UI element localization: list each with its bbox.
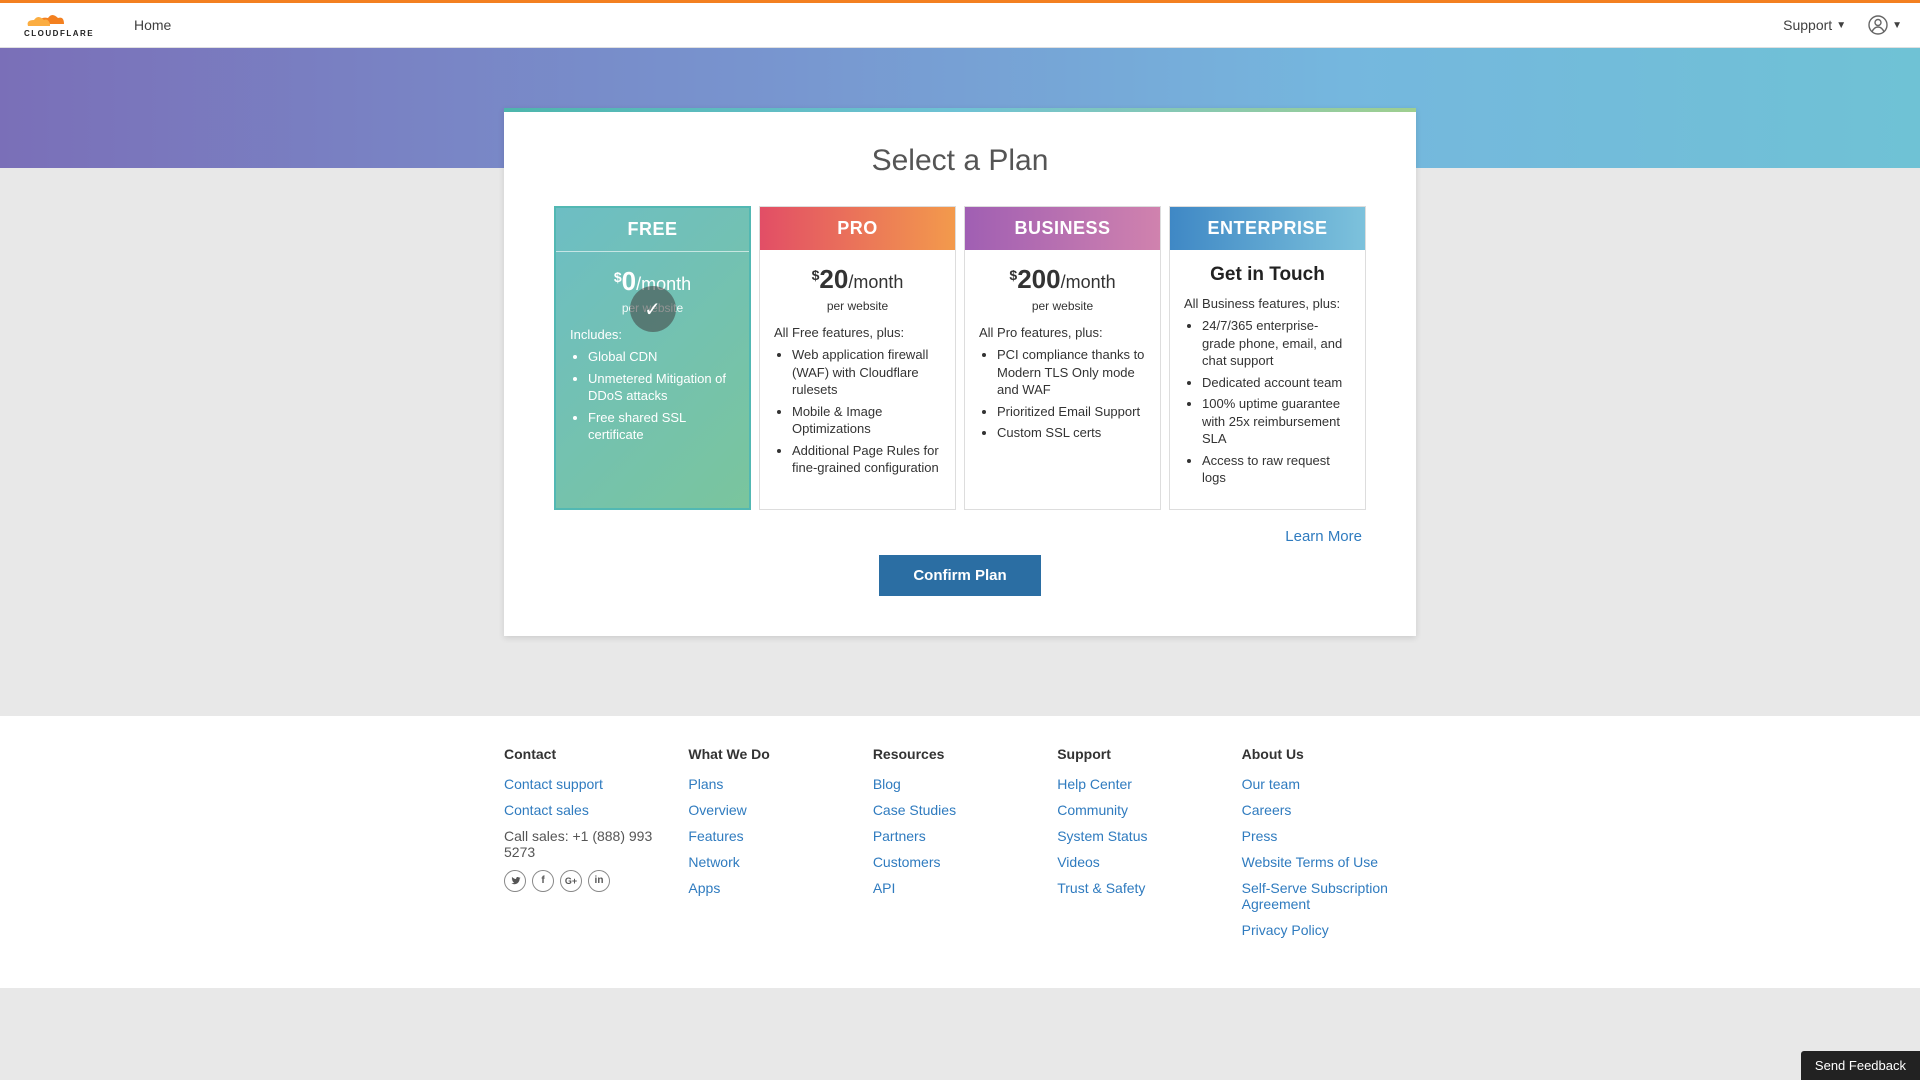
plan-feature: Unmetered Mitigation of DDoS attacks: [588, 370, 735, 405]
plan-price: $20/month: [774, 264, 941, 295]
footer-heading: About Us: [1242, 746, 1416, 762]
footer-heading: What We Do: [688, 746, 862, 762]
footer-col-resources: Resources Blog Case Studies Partners Cus…: [873, 746, 1047, 948]
plan-feature: Web application firewall (WAF) with Clou…: [792, 346, 941, 399]
plan-feature: Free shared SSL certificate: [588, 409, 735, 444]
footer-link[interactable]: Network: [688, 854, 862, 870]
plan-intro: All Free features, plus:: [774, 325, 941, 340]
check-icon: ✓: [630, 286, 676, 332]
footer-heading: Support: [1057, 746, 1231, 762]
support-label: Support: [1783, 17, 1832, 33]
footer-link[interactable]: Contact sales: [504, 802, 678, 818]
plan-name: BUSINESS: [965, 207, 1160, 250]
chevron-down-icon: ▼: [1836, 20, 1846, 31]
footer-col-contact: Contact Contact support Contact sales Ca…: [504, 746, 678, 948]
footer-link[interactable]: Self-Serve Subscription Agreement: [1242, 880, 1416, 912]
footer-col-about: About Us Our team Careers Press Website …: [1242, 746, 1416, 948]
facebook-icon[interactable]: f: [532, 870, 554, 892]
footer-link[interactable]: Features: [688, 828, 862, 844]
plan-name: ENTERPRISE: [1170, 207, 1365, 250]
plan-enterprise[interactable]: ENTERPRISE Get in Touch All Business fea…: [1169, 206, 1366, 510]
learn-more-link[interactable]: Learn More: [1285, 528, 1362, 545]
plan-feature: 100% uptime guarantee with 25x reimburse…: [1202, 395, 1351, 448]
plan-feature: Global CDN: [588, 348, 735, 366]
footer-link[interactable]: Website Terms of Use: [1242, 854, 1416, 870]
footer-link[interactable]: Our team: [1242, 776, 1416, 792]
per-website: per website: [979, 299, 1146, 313]
footer-link[interactable]: Case Studies: [873, 802, 1047, 818]
footer-link[interactable]: Videos: [1057, 854, 1231, 870]
footer-link[interactable]: Customers: [873, 854, 1047, 870]
support-menu[interactable]: Support ▼: [1783, 17, 1846, 33]
footer-link[interactable]: Help Center: [1057, 776, 1231, 792]
plan-feature: Custom SSL certs: [997, 424, 1146, 442]
cloudflare-logo[interactable]: CLOUDFLARE: [18, 10, 106, 40]
plan-free[interactable]: FREE $0/month per website ✓ Includes: Gl…: [554, 206, 751, 510]
footer-link[interactable]: Blog: [873, 776, 1047, 792]
plan-intro: All Pro features, plus:: [979, 325, 1146, 340]
plan-feature: PCI compliance thanks to Modern TLS Only…: [997, 346, 1146, 399]
plan-business[interactable]: BUSINESS $200/month per website All Pro …: [964, 206, 1161, 510]
user-icon: [1868, 15, 1888, 35]
footer-link[interactable]: Partners: [873, 828, 1047, 844]
footer-link[interactable]: Careers: [1242, 802, 1416, 818]
page-title: Select a Plan: [558, 144, 1362, 178]
plan-name: PRO: [760, 207, 955, 250]
plan-name: FREE: [556, 208, 749, 252]
enterprise-headline: Get in Touch: [1184, 264, 1351, 286]
footer-heading: Resources: [873, 746, 1047, 762]
footer-link[interactable]: Community: [1057, 802, 1231, 818]
footer: Contact Contact support Contact sales Ca…: [0, 716, 1920, 988]
footer-link[interactable]: Press: [1242, 828, 1416, 844]
footer-link[interactable]: Plans: [688, 776, 862, 792]
footer-col-whatwedo: What We Do Plans Overview Features Netwo…: [688, 746, 862, 948]
plan-card: Select a Plan FREE $0/month per website …: [504, 108, 1416, 636]
svg-text:CLOUDFLARE: CLOUDFLARE: [24, 29, 94, 38]
profile-menu[interactable]: ▼: [1868, 15, 1902, 35]
topbar: CLOUDFLARE Home Support ▼ ▼: [0, 3, 1920, 48]
footer-link[interactable]: System Status: [1057, 828, 1231, 844]
plan-feature: Dedicated account team: [1202, 374, 1351, 392]
chevron-down-icon: ▼: [1892, 20, 1902, 31]
linkedin-icon[interactable]: in: [588, 870, 610, 892]
plan-feature: Prioritized Email Support: [997, 403, 1146, 421]
footer-link[interactable]: Apps: [688, 880, 862, 896]
plan-pro[interactable]: PRO $20/month per website All Free featu…: [759, 206, 956, 510]
footer-col-support: Support Help Center Community System Sta…: [1057, 746, 1231, 948]
footer-heading: Contact: [504, 746, 678, 762]
footer-call-sales: Call sales: +1 (888) 993 5273: [504, 828, 678, 860]
footer-link[interactable]: Contact support: [504, 776, 678, 792]
footer-link[interactable]: Trust & Safety: [1057, 880, 1231, 896]
twitter-icon[interactable]: [504, 870, 526, 892]
plan-intro: All Business features, plus:: [1184, 296, 1351, 311]
plan-feature: 24/7/365 enterprise-grade phone, email, …: [1202, 317, 1351, 370]
nav-home[interactable]: Home: [134, 17, 171, 33]
footer-link[interactable]: Privacy Policy: [1242, 922, 1416, 938]
google-plus-icon[interactable]: G+: [560, 870, 582, 892]
confirm-plan-button[interactable]: Confirm Plan: [879, 555, 1040, 596]
per-website: per website: [774, 299, 941, 313]
footer-link[interactable]: API: [873, 880, 1047, 896]
footer-link[interactable]: Overview: [688, 802, 862, 818]
plan-feature: Additional Page Rules for fine-grained c…: [792, 442, 941, 477]
plan-price: $200/month: [979, 264, 1146, 295]
plan-feature: Access to raw request logs: [1202, 452, 1351, 487]
plan-feature: Mobile & Image Optimizations: [792, 403, 941, 438]
send-feedback-button[interactable]: Send Feedback: [1801, 1051, 1920, 1080]
